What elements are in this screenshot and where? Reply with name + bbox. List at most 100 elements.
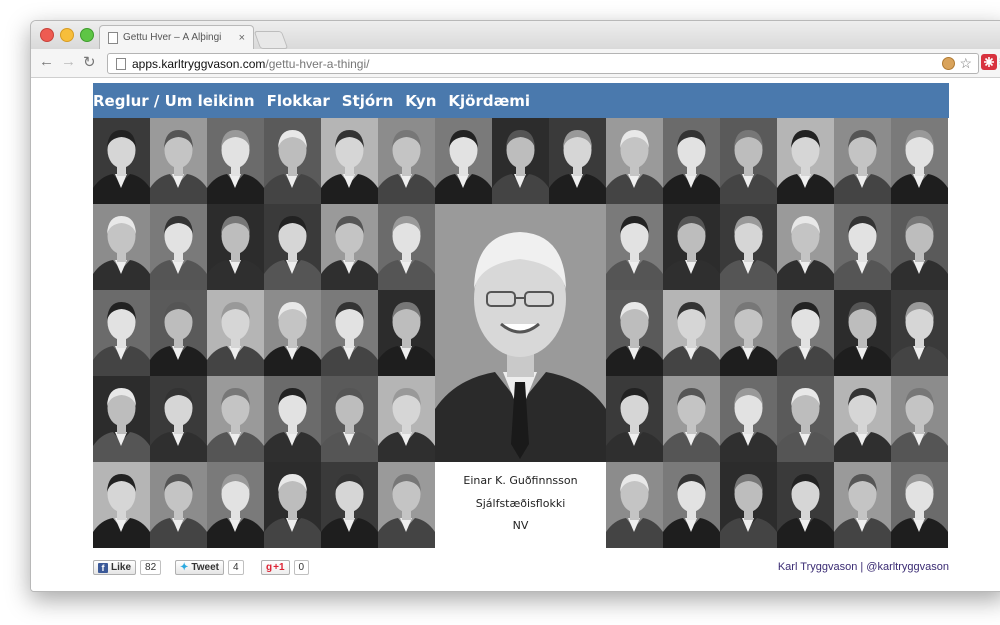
member-portrait[interactable] [93,290,150,376]
nav-item-parties[interactable]: Flokkar [267,92,330,110]
bookmark-star-icon[interactable]: ☆ [959,55,972,72]
member-portrait[interactable] [720,376,777,462]
member-portrait[interactable] [321,290,378,376]
tweet-widget[interactable]: ✦ Tweet 4 [175,560,244,575]
member-portrait[interactable] [264,290,321,376]
member-portrait[interactable] [606,290,663,376]
member-portrait[interactable] [264,376,321,462]
member-portrait[interactable] [150,118,207,204]
member-portrait[interactable] [606,118,663,204]
member-portrait[interactable] [606,376,663,462]
cookie-blocked-icon[interactable] [942,57,956,70]
member-portrait[interactable] [720,118,777,204]
person-portrait-icon [891,462,948,548]
member-portrait[interactable] [207,118,264,204]
member-portrait[interactable] [663,462,720,548]
member-portrait[interactable] [321,376,378,462]
member-portrait[interactable] [777,204,834,290]
member-portrait[interactable] [891,118,948,204]
new-tab-button[interactable] [253,31,289,49]
member-portrait[interactable] [606,204,663,290]
member-portrait[interactable] [150,290,207,376]
google-plus-button[interactable]: g +1 [261,560,290,575]
person-portrait-icon [834,462,891,548]
back-arrow-icon[interactable]: ← [39,53,54,70]
member-portrait[interactable] [264,118,321,204]
member-portrait[interactable] [321,204,378,290]
member-portrait[interactable] [435,118,492,204]
member-portrait[interactable] [663,118,720,204]
like-label: Like [111,562,132,573]
browser-window: Gettu Hver – Á Alþingi × ← → ↻ apps.karl… [30,20,1000,592]
tweet-button[interactable]: ✦ Tweet [175,560,224,575]
person-portrait-icon [663,204,720,290]
member-portrait[interactable] [93,376,150,462]
facebook-like-widget[interactable]: f Like 82 [93,560,162,575]
member-portrait[interactable] [264,462,321,548]
facebook-like-button[interactable]: f Like [93,560,137,575]
member-portrait[interactable] [378,462,435,548]
member-portrait[interactable] [549,118,606,204]
extension-icon[interactable] [981,54,997,70]
person-portrait-icon [891,204,948,290]
person-portrait-icon [891,118,948,204]
member-portrait[interactable] [834,376,891,462]
reload-icon[interactable]: ↻ [83,53,96,71]
member-portrait[interactable] [378,204,435,290]
member-portrait[interactable] [606,462,663,548]
person-portrait-icon [264,376,321,462]
member-portrait[interactable] [93,204,150,290]
member-portrait[interactable] [663,376,720,462]
member-portrait[interactable] [264,204,321,290]
minimize-window-button[interactable] [60,28,74,42]
member-portrait[interactable] [150,204,207,290]
member-portrait[interactable] [207,462,264,548]
member-portrait[interactable] [207,204,264,290]
member-portrait[interactable] [834,118,891,204]
member-portrait[interactable] [834,204,891,290]
close-window-button[interactable] [40,28,54,42]
member-portrait[interactable] [834,462,891,548]
nav-item-government[interactable]: Stjórn [342,92,394,110]
browser-tab[interactable]: Gettu Hver – Á Alþingi × [99,25,254,49]
member-portrait[interactable] [321,462,378,548]
member-portrait[interactable] [891,376,948,462]
member-portrait[interactable] [150,462,207,548]
member-portrait[interactable] [378,376,435,462]
member-portrait[interactable] [777,376,834,462]
address-bar[interactable]: apps.karltryggvason.com/gettu-hver-a-thi… [107,53,979,74]
nav-item-rules[interactable]: Reglur / Um leikinn [93,92,255,110]
member-portrait[interactable] [492,118,549,204]
member-portrait[interactable] [777,462,834,548]
person-portrait-icon [378,376,435,462]
tab-close-icon[interactable]: × [239,32,245,44]
member-portrait[interactable] [720,204,777,290]
member-portrait[interactable] [378,290,435,376]
member-portrait[interactable] [321,118,378,204]
person-portrait-icon [606,290,663,376]
member-portrait[interactable] [777,118,834,204]
member-portrait[interactable] [720,462,777,548]
member-portrait[interactable] [207,290,264,376]
member-portrait[interactable] [834,290,891,376]
member-portrait[interactable] [378,118,435,204]
google-plus-widget[interactable]: g +1 0 [261,560,310,575]
member-portrait[interactable] [891,290,948,376]
member-portrait[interactable] [891,462,948,548]
member-portrait[interactable] [777,290,834,376]
member-portrait[interactable] [891,204,948,290]
nav-item-gender[interactable]: Kyn [405,92,436,110]
member-portrait[interactable] [663,290,720,376]
member-portrait[interactable] [93,118,150,204]
member-portrait[interactable] [720,290,777,376]
member-portrait[interactable] [207,376,264,462]
author-credit-link[interactable]: Karl Tryggvason | @karltryggvason [778,561,949,573]
member-portrait[interactable] [663,204,720,290]
person-portrait-icon [93,204,150,290]
zoom-window-button[interactable] [80,28,94,42]
member-portrait[interactable] [93,462,150,548]
member-portrait[interactable] [150,376,207,462]
forward-arrow-icon[interactable]: → [61,53,76,70]
facebook-icon: f [98,562,108,573]
nav-item-district[interactable]: Kjördæmi [448,92,530,110]
